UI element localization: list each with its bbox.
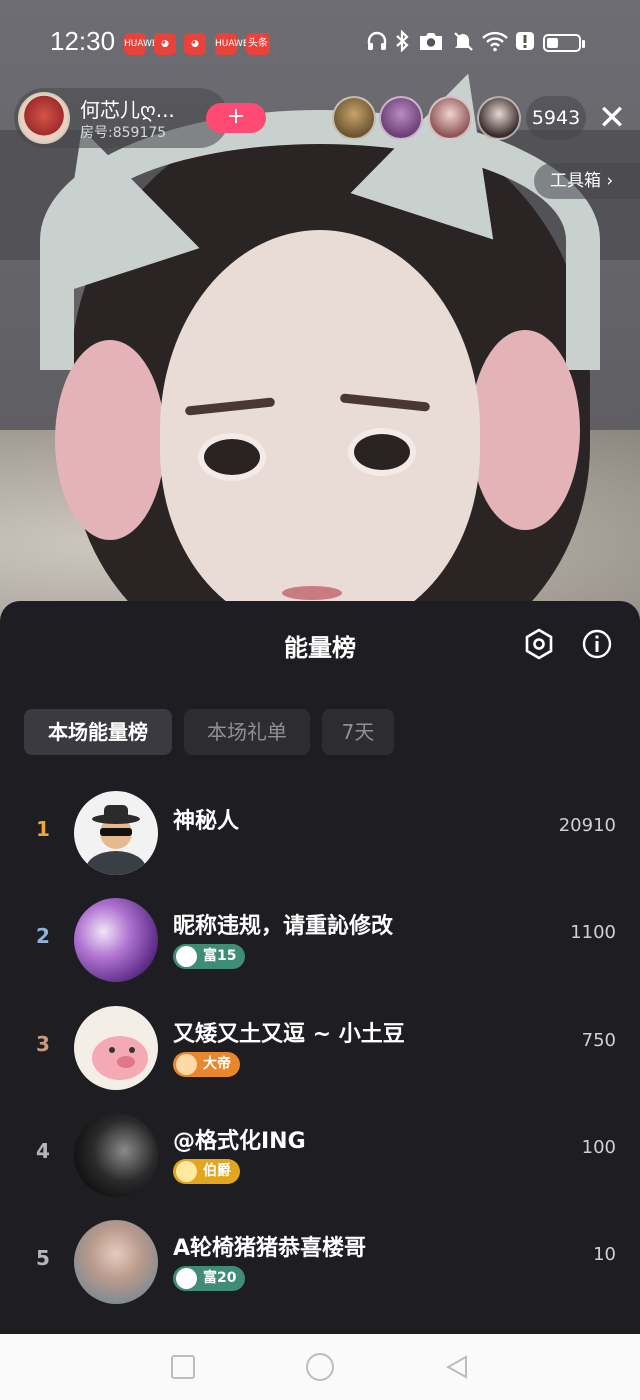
streamer-face <box>160 230 480 630</box>
viewer-avatar[interactable] <box>379 96 423 140</box>
bluetooth-icon <box>394 29 410 58</box>
viewer-avatar[interactable] <box>477 96 521 140</box>
user-avatar[interactable] <box>74 1220 158 1304</box>
energy-score: 750 <box>581 1030 616 1051</box>
system-nav-bar <box>0 1334 640 1400</box>
battery-icon <box>543 34 585 52</box>
ranking-row[interactable]: 4 @格式化ING 伯爵 100 <box>0 1113 640 1213</box>
energy-score: 100 <box>581 1137 616 1158</box>
viewer-avatar[interactable] <box>428 96 472 140</box>
rank-number: 5 <box>36 1246 50 1270</box>
wealth-badge: 富20 <box>173 1266 246 1291</box>
rank-number: 2 <box>36 924 50 948</box>
anchor-avatar[interactable] <box>18 92 70 144</box>
badge-label: 大帝 <box>203 1056 231 1072</box>
badge-icon <box>176 1054 197 1075</box>
room-id: 房号:859175 <box>80 125 167 141</box>
earpad-left <box>55 340 165 540</box>
app-notification-icon: ◕ <box>154 33 176 55</box>
badge-icon <box>176 1268 197 1289</box>
alert-icon <box>515 30 535 58</box>
user-avatar[interactable] <box>74 791 158 875</box>
ranking-row[interactable]: 2 昵称违规，请重訫修改 富15 1100 <box>0 898 640 998</box>
eye-left <box>198 433 266 481</box>
home-icon[interactable] <box>306 1353 334 1381</box>
tab-gift-list[interactable]: 本场礼单 <box>184 709 310 755</box>
rank-number: 1 <box>36 817 50 841</box>
mute-icon <box>452 30 474 58</box>
tab-energy-ranking[interactable]: 本场能量榜 <box>24 709 172 755</box>
huawei-notification-icon: HUAWEI <box>124 33 160 55</box>
user-avatar[interactable] <box>74 1113 158 1197</box>
tab-7-days[interactable]: 7天 <box>322 709 394 755</box>
rank-title-badge: 大帝 <box>173 1052 240 1077</box>
user-name: 神秘人 <box>173 809 240 834</box>
user-name: 又矮又土又逗 ~ 小土豆 <box>173 1022 405 1047</box>
wifi-icon <box>481 30 509 58</box>
follow-button[interactable]: + <box>206 103 266 133</box>
status-bar: 12:30 HUAWEI ◕ ◕ HUAWEI 头条 <box>0 0 640 88</box>
rank-number: 4 <box>36 1139 50 1163</box>
back-icon[interactable] <box>444 1354 470 1380</box>
toutiao-notification-icon: 头条 <box>246 33 270 55</box>
headphones-icon <box>366 30 388 58</box>
rank-title-badge: 伯爵 <box>173 1159 240 1184</box>
app-notification-icon: ◕ <box>184 33 206 55</box>
earpad-right <box>470 330 580 530</box>
ranking-row[interactable]: 5 A轮椅猪猪恭喜楼哥 富20 10 <box>0 1220 640 1320</box>
user-name: 昵称违规，请重訫修改 <box>173 914 394 939</box>
anchor-info-pill[interactable]: 何芯儿ღ... 房号:859175 <box>14 88 229 148</box>
badge-label: 伯爵 <box>203 1163 231 1179</box>
eye-right <box>348 428 416 476</box>
energy-score: 1100 <box>570 922 616 943</box>
clock: 12:30 <box>50 26 116 56</box>
badge-icon <box>176 946 197 967</box>
camera-icon <box>418 30 444 58</box>
viewer-count[interactable]: 5943 <box>526 96 586 140</box>
ranking-row[interactable]: 3 又矮又土又逗 ~ 小土豆 大帝 750 <box>0 1006 640 1106</box>
user-name: A轮椅猪猪恭喜楼哥 <box>173 1236 367 1261</box>
live-room-screen: 12:30 HUAWEI ◕ ◕ HUAWEI 头条 何芯儿ღ... 房号:85… <box>0 0 640 1400</box>
badge-label: 富20 <box>203 1270 237 1286</box>
badge-label: 富15 <box>203 948 237 964</box>
wealth-badge: 富15 <box>173 944 246 969</box>
mouth <box>282 586 342 600</box>
energy-ranking-sheet: 能量榜 本场能量榜 本场礼单 7天 1 神秘人 20910 2 昵称违规，请重訫… <box>0 601 640 1334</box>
user-avatar[interactable] <box>74 1006 158 1090</box>
ranking-row[interactable]: 1 神秘人 20910 <box>0 791 640 891</box>
rank-number: 3 <box>36 1032 50 1056</box>
recent-apps-icon[interactable] <box>171 1355 195 1379</box>
energy-score: 20910 <box>558 815 616 836</box>
close-icon[interactable]: ✕ <box>596 98 628 138</box>
user-avatar[interactable] <box>74 898 158 982</box>
badge-icon <box>176 1161 197 1182</box>
huawei-notification-icon: HUAWEI <box>215 33 251 55</box>
info-icon[interactable] <box>580 627 614 661</box>
energy-score: 10 <box>593 1244 616 1265</box>
anchor-name: 何芯儿ღ... <box>80 98 175 122</box>
toolbox-button[interactable]: 工具箱 › <box>534 163 640 199</box>
user-name: @格式化ING <box>173 1129 306 1154</box>
settings-hex-icon[interactable] <box>522 627 556 661</box>
viewer-avatar[interactable] <box>332 96 376 140</box>
